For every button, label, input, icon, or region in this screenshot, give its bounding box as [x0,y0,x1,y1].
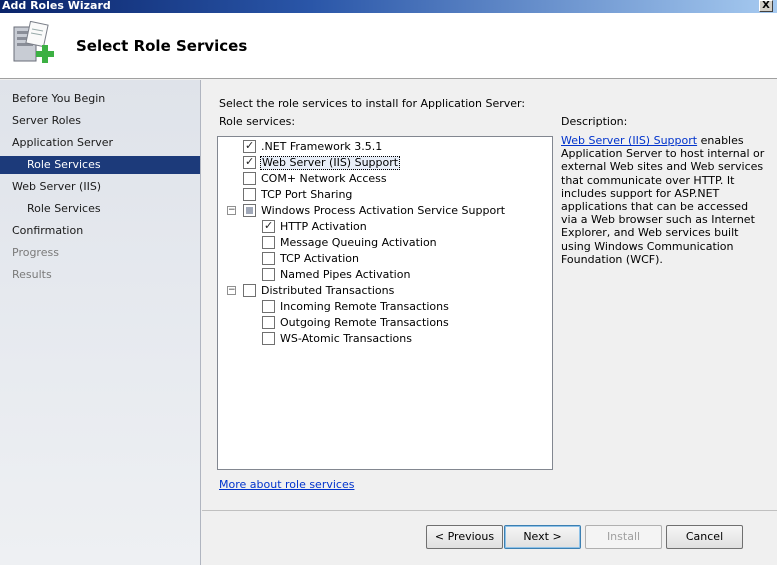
next-button[interactable]: Next > [504,525,581,549]
checkbox[interactable] [262,219,275,233]
checkbox[interactable] [243,188,256,201]
checkbox[interactable] [262,332,275,345]
checkbox[interactable] [262,316,275,329]
page-title: Select Role Services [76,37,248,55]
sidebar-item-server-roles[interactable]: Server Roles [0,112,200,130]
tree-item-label: Web Server (IIS) Support [260,156,401,170]
tree-item-label: .NET Framework 3.5.1 [261,140,383,153]
sidebar-item-application-server[interactable]: Application Server [0,134,200,152]
tree-item-label: Named Pipes Activation [280,268,411,281]
description-text: enables Application Server to host inter… [561,134,765,266]
close-icon: X [762,0,770,11]
install-button: Install [585,525,662,549]
sidebar-item-confirmation[interactable]: Confirmation [0,222,200,240]
role-services-tree[interactable]: .NET Framework 3.5.1 Web Server (IIS) Su… [217,136,553,470]
wizard-sidebar: Before You Begin Server Roles Applicatio… [0,80,201,565]
checkbox[interactable] [243,172,256,185]
tree-item-label: Windows Process Activation Service Suppo… [261,204,506,217]
close-button[interactable]: X [759,0,773,12]
tree-item-label: TCP Port Sharing [261,188,353,201]
window-titlebar: Add Roles Wizard X [0,0,777,13]
tree-item-label: WS-Atomic Transactions [280,332,412,345]
previous-button[interactable]: < Previous [426,525,503,549]
sidebar-item-progress: Progress [12,246,59,259]
wizard-footer: < Previous Next > Install Cancel [202,510,777,565]
window-title: Add Roles Wizard [2,0,111,12]
collapse-icon[interactable]: − [227,206,236,215]
checkbox[interactable] [243,139,256,153]
checkbox[interactable] [262,300,275,313]
checkbox[interactable] [243,204,256,217]
main-panel: Select the role services to install for … [202,80,777,510]
tree-item-label: Outgoing Remote Transactions [280,316,449,329]
instruction-text: Select the role services to install for … [219,97,526,110]
checkbox[interactable] [262,236,275,249]
sidebar-item-before-you-begin[interactable]: Before You Begin [0,90,200,108]
sidebar-item-web-server-iis[interactable]: Web Server (IIS) [0,178,200,196]
tree-item-label: Incoming Remote Transactions [280,300,449,313]
sidebar-item-app-role-services[interactable]: Role Services [0,156,200,174]
tree-item-label: TCP Activation [280,252,359,265]
tree-item-label: HTTP Activation [280,220,367,233]
checkbox[interactable] [243,155,256,169]
cancel-button[interactable]: Cancel [666,525,743,549]
more-about-role-services-link[interactable]: More about role services [219,478,354,491]
collapse-icon[interactable]: − [227,286,236,295]
tree-item-label: Message Queuing Activation [280,236,437,249]
description-heading: Description: [561,115,628,128]
checkbox[interactable] [262,268,275,281]
tree-item-label: Distributed Transactions [261,284,395,297]
description-link[interactable]: Web Server (IIS) Support [561,134,697,147]
wizard-header: Select Role Services [0,13,777,79]
checkbox[interactable] [243,284,256,297]
description-body: Web Server (IIS) Support enables Applica… [561,134,767,266]
tree-item-label: COM+ Network Access [261,172,387,185]
checkbox[interactable] [262,252,275,265]
server-add-icon [13,21,54,63]
sidebar-item-web-role-services[interactable]: Role Services [0,200,200,218]
role-services-label: Role services: [219,115,296,128]
sidebar-item-results: Results [12,268,52,281]
